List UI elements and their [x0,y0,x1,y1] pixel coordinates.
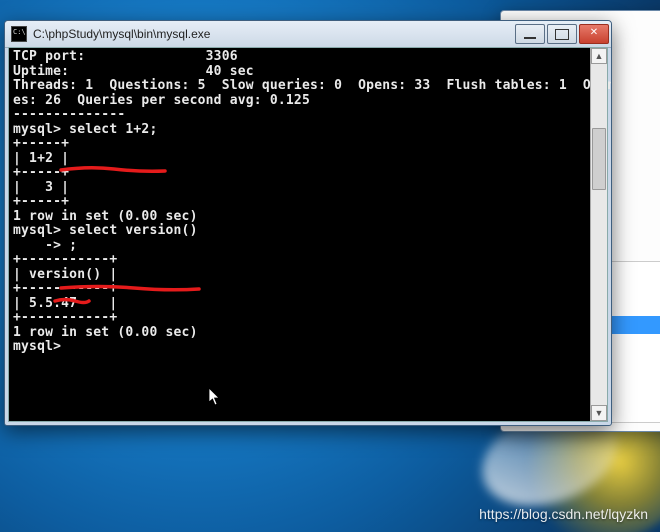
desktop-background: 18:5418:5418:5418:5418:54 C:\phpStudy\my… [0,0,660,532]
terminal-line: +-----------+ [13,311,587,326]
scroll-thumb[interactable] [592,128,606,190]
cmd-icon [11,26,27,42]
console-window[interactable]: C:\phpStudy\mysql\bin\mysql.exe TCP port… [4,20,612,426]
scroll-up-button[interactable]: ▲ [591,48,607,64]
terminal-line: es: 26 Queries per second avg: 0.125 [13,94,587,109]
title-bar[interactable]: C:\phpStudy\mysql\bin\mysql.exe [5,21,611,48]
terminal-line: 1 row in set (0.00 sec) [13,326,587,341]
terminal-line: mysql> [13,340,587,355]
window-controls [515,24,609,44]
terminal-line: +-----+ [13,166,587,181]
watermark-text: https://blog.csdn.net/lqyzkn [479,506,648,522]
terminal-line: -------------- [13,108,587,123]
scroll-down-button[interactable]: ▼ [591,405,607,421]
minimize-button[interactable] [515,24,545,44]
close-button[interactable] [579,24,609,44]
window-title: C:\phpStudy\mysql\bin\mysql.exe [33,27,515,41]
terminal-line: mysql> select version() [13,224,587,239]
terminal-line: | 3 | [13,181,587,196]
terminal-line: Uptime: 40 sec [13,65,587,80]
terminal-line: +-----+ [13,137,587,152]
terminal-line: +-----------+ [13,282,587,297]
terminal-line: | 1+2 | [13,152,587,167]
terminal-line: | 5.5.47 | [13,297,587,312]
vertical-scrollbar[interactable]: ▲ ▼ [590,48,607,421]
console-client-area: TCP port: 3306Uptime: 40 secThreads: 1 Q… [8,47,608,422]
maximize-button[interactable] [547,24,577,44]
terminal-line: +-----+ [13,195,587,210]
terminal-line: 1 row in set (0.00 sec) [13,210,587,225]
terminal-line: | version() | [13,268,587,283]
terminal-line: Threads: 1 Questions: 5 Slow queries: 0 … [13,79,587,94]
terminal-line: +-----------+ [13,253,587,268]
terminal-line: mysql> select 1+2; [13,123,587,138]
terminal-output[interactable]: TCP port: 3306Uptime: 40 secThreads: 1 Q… [9,48,591,421]
terminal-line: -> ; [13,239,587,254]
terminal-line: TCP port: 3306 [13,50,587,65]
